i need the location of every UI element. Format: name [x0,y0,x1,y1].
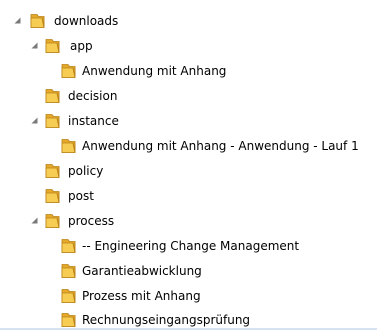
tree-node-label: decision [68,89,118,103]
expand-triangle-icon[interactable] [30,116,39,125]
folder-icon [61,264,76,278]
expand-triangle-icon[interactable] [30,216,39,225]
folder-icon [45,214,60,228]
tree-node-prozess-mit-anhang[interactable]: Prozess mit Anhang [0,284,377,308]
folder-icon [61,313,76,327]
tree-node-label: app [70,39,93,53]
tree-node-process[interactable]: process [0,209,377,233]
folder-icon [45,89,60,103]
folder-icon [61,289,76,303]
folder-icon [61,139,76,153]
tree-node-label: Prozess mit Anhang [82,289,201,303]
tree-node-garantieabwicklung[interactable]: Garantieabwicklung [0,259,377,283]
tree-node-instance[interactable]: instance [0,109,377,133]
tree-node-decision[interactable]: decision [0,84,377,108]
folder-icon [61,64,76,78]
tree-node-label: Anwendung mit Anhang - Anwendung - Lauf … [82,139,359,153]
tree-node-label: policy [68,164,104,178]
expand-triangle-icon[interactable] [30,41,39,50]
tree-node-policy[interactable]: policy [0,159,377,183]
tree-node-label: downloads [54,14,119,28]
expand-triangle-icon[interactable] [13,16,22,25]
tree-node-label: process [68,214,115,228]
folder-icon [61,239,76,253]
folder-icon [30,14,45,28]
tree-node-label: Garantieabwicklung [82,264,202,278]
folder-icon [45,189,60,203]
folder-icon [45,164,60,178]
tree-node-engineering-change-management[interactable]: -- Engineering Change Management [0,234,377,258]
folder-icon [45,114,60,128]
tree-node-anwendung-mit-anhang[interactable]: Anwendung mit Anhang [0,59,377,83]
tree-node-anwendung-lauf-1[interactable]: Anwendung mit Anhang - Anwendung - Lauf … [0,134,377,158]
tree-node-label: Anwendung mit Anhang [82,64,227,78]
tree-node-downloads[interactable]: downloads [0,9,377,33]
folder-icon [45,39,60,53]
tree-node-app[interactable]: app [0,34,377,58]
tree-node-label: post [68,189,94,203]
tree-node-label: instance [68,114,119,128]
tree-node-label: Rechnungseingangsprüfung [82,313,251,327]
tree-node-label: -- Engineering Change Management [82,239,300,253]
tree-node-post[interactable]: post [0,184,377,208]
